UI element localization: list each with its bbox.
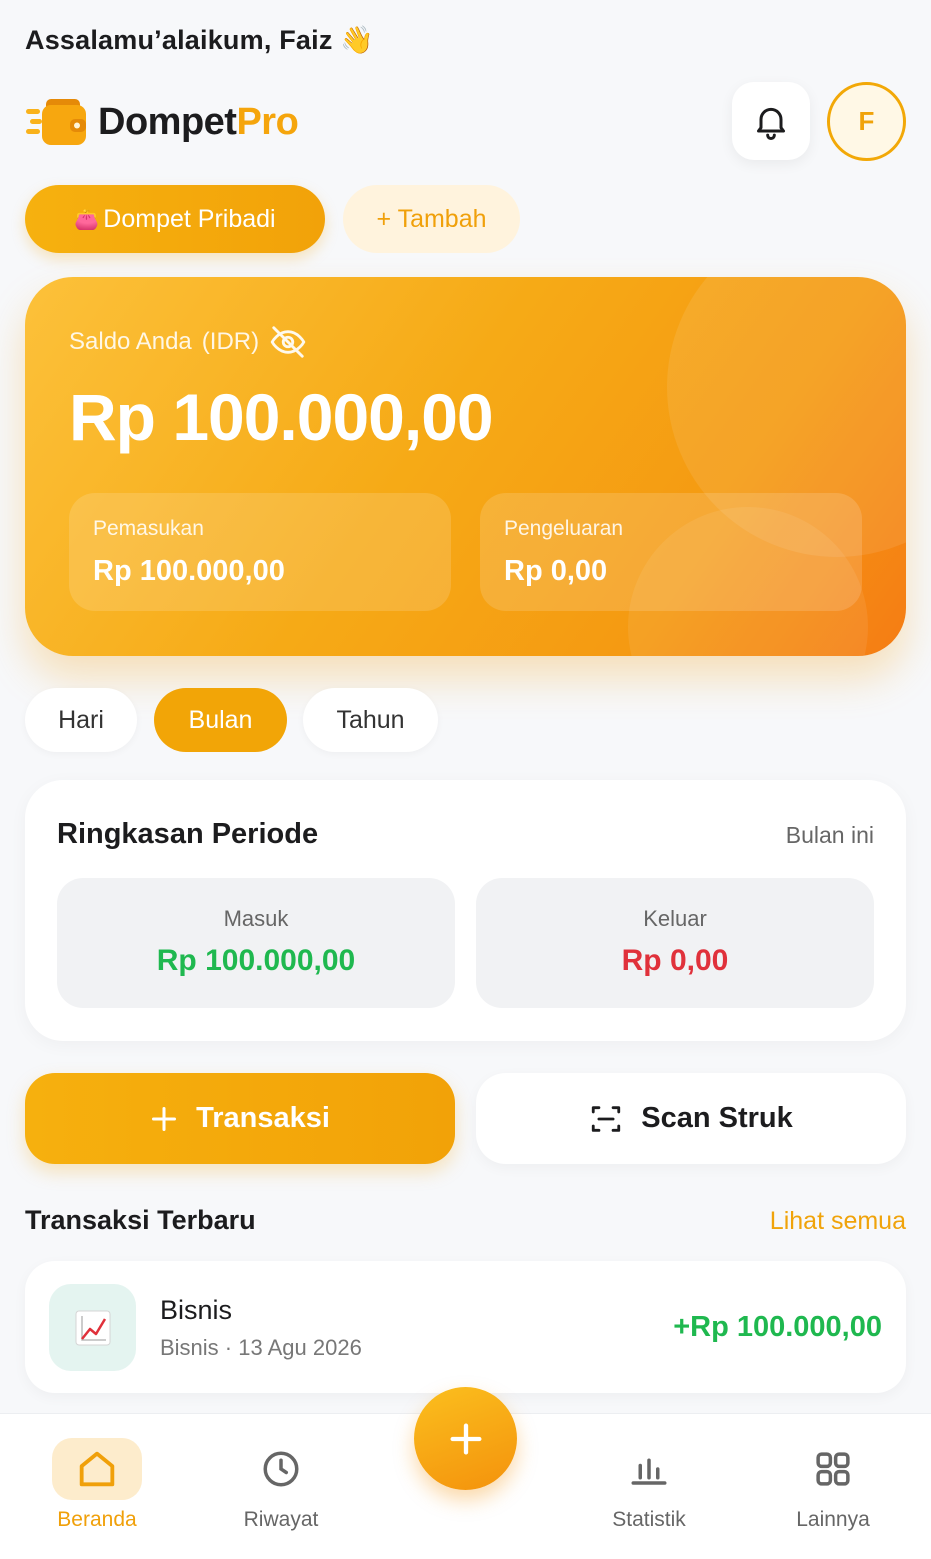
scan-receipt-button[interactable]: Scan Struk [476,1073,906,1164]
wave-emoji: 👋 [340,25,375,55]
nav-label: Statistik [612,1508,686,1531]
income-amount: Rp 100.000,00 [93,555,285,587]
expense-amount: Rp 0,00 [504,555,608,587]
transaction-row[interactable]: Bisnis Bisnis · 13 Agu 2026 +Rp 100.000,… [25,1261,906,1393]
purse-emoji: 👛 [74,208,100,231]
period-tab-label: Hari [58,705,104,734]
expense-label: Pengeluaran [504,517,624,540]
nav-icon-wrap [604,1438,694,1500]
nav-item-history[interactable]: Riwayat [206,1438,356,1532]
summary-period: Bulan ini [785,822,874,848]
chart-up-icon [75,1310,110,1345]
period-summary-card: Ringkasan Periode Bulan ini Masuk Rp 100… [25,780,906,1041]
recent-transactions-title: Transaksi Terbaru [25,1205,256,1235]
balance-amount: Rp 100.000,00 [69,380,494,454]
income-box: Pemasukan Rp 100.000,00 [69,493,451,611]
expense-box: Pengeluaran Rp 0,00 [480,493,862,611]
home-icon [79,1451,115,1487]
greeting-label: Assalamu’alaikum, Faiz [25,25,333,55]
grid-icon [816,1452,850,1486]
transaction-amount: +Rp 100.000,00 [673,1311,882,1343]
nav-label: Beranda [57,1508,137,1531]
period-tab-label: Tahun [336,705,405,734]
plus-icon [450,1423,481,1454]
toggle-visibility-button[interactable] [269,323,307,361]
nav-item-more[interactable]: Lainnya [758,1438,908,1532]
nav-item-stats[interactable]: Statistik [574,1438,724,1532]
logo-wordmark: DompetPro [98,100,299,144]
app-logo: DompetPro [24,94,299,150]
nav-icon-wrap [236,1438,326,1500]
logo-text-primary: Dompet [98,100,237,143]
nav-item-home[interactable]: Beranda [22,1438,172,1532]
scan-receipt-label: Scan Struk [641,1102,793,1134]
wallet-tab-label: Dompet Pribadi [103,204,276,233]
summary-in-label: Masuk [223,906,289,931]
balance-label: Saldo Anda (IDR) [69,323,307,361]
summary-in-amount: Rp 100.000,00 [156,944,356,977]
bar-chart-icon [631,1458,667,1485]
summary-in-box: Masuk Rp 100.000,00 [57,878,455,1008]
add-wallet-button[interactable]: + Tambah [343,185,520,253]
avatar-initial: F [858,106,875,136]
logo-text-accent: Pro [236,100,299,143]
transaction-category-icon [49,1284,136,1371]
clock-icon [263,1451,299,1487]
period-tab-month[interactable]: Bulan [154,688,287,752]
summary-out-amount: Rp 0,00 [621,944,729,977]
wallet-logo-icon [26,99,86,145]
transaction-meta: Bisnis · 13 Agu 2026 [160,1335,362,1360]
notifications-button[interactable] [732,82,810,160]
add-wallet-label: + Tambah [376,204,487,233]
summary-title: Ringkasan Periode [57,818,319,850]
balance-label-text: Saldo Anda [69,328,192,355]
add-transaction-label: Transaksi [196,1102,330,1134]
nav-icon-wrap [52,1438,142,1500]
bell-icon [757,107,785,140]
period-tab-day[interactable]: Hari [25,688,137,752]
income-label: Pemasukan [93,517,204,540]
scan-icon [592,1105,621,1132]
plus-icon [152,1106,177,1131]
greeting-text: Assalamu’alaikum, Faiz 👋 [25,24,374,56]
period-tab-year[interactable]: Tahun [303,688,438,752]
add-transaction-button[interactable]: Transaksi [25,1073,455,1164]
eye-off-icon [270,326,306,358]
transaction-name: Bisnis [160,1295,233,1325]
summary-out-label: Keluar [643,906,707,931]
summary-out-box: Keluar Rp 0,00 [476,878,874,1008]
profile-avatar[interactable]: F [827,82,906,161]
nav-label: Riwayat [243,1508,319,1531]
wallet-tab-personal[interactable]: 👛 Dompet Pribadi [25,185,325,253]
nav-icon-wrap [788,1438,878,1500]
balance-card: Saldo Anda (IDR) Rp 100.000,00 Pemasukan… [25,277,906,656]
period-tab-label: Bulan [188,705,253,734]
balance-currency: (IDR) [201,328,260,355]
see-all-link[interactable]: Lihat semua [770,1207,906,1236]
nav-label: Lainnya [796,1508,870,1531]
quick-add-fab[interactable] [414,1387,517,1490]
